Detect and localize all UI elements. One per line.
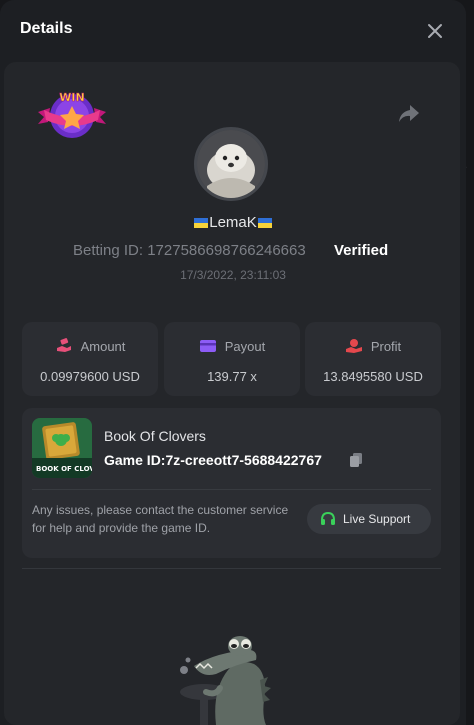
svg-text:BOOK OF CLOVERS: BOOK OF CLOVERS [36,465,92,473]
divider [22,568,441,569]
hand-money-icon [345,339,362,353]
stat-value: 139.77 x [207,369,257,384]
share-icon [399,105,419,122]
stat-value: 13.8495580 USD [323,369,423,384]
stat-label: Amount [80,339,126,354]
bet-timestamp: 17/3/2022, 23:11:03 [180,268,286,282]
game-name: Book Of Clovers [104,428,206,444]
game-id: Game ID:7z-creeott7-5688422767 [104,452,322,468]
win-badge-icon: WIN [38,91,106,138]
ukraine-flag-icon [257,218,272,229]
username-text: LemaK [209,214,257,231]
details-modal: Details WIN LemaK Betting ID: 1727586698… [0,0,466,725]
headset-icon [321,511,335,525]
dog-photo-icon [197,130,265,198]
modal-title: Details [20,20,73,37]
stat-label: Profit [370,339,402,354]
close-button[interactable] [424,20,446,42]
stat-label: Payout [224,339,266,354]
copy-icon [350,453,362,467]
modal-header: Details [0,0,466,60]
book-of-clovers-icon: BOOK OF CLOVERS [32,418,92,478]
divider [32,489,431,490]
live-support-label: Live Support [343,512,411,526]
stat-payout: Payout 139.77 x [164,322,300,396]
game-thumbnail[interactable]: BOOK OF CLOVERS [32,418,92,478]
player-avatar [194,127,268,201]
close-icon [428,24,442,38]
copy-button[interactable] [348,452,364,468]
live-support-button[interactable]: Live Support [307,504,431,534]
crocodile-mascot-icon [180,636,271,725]
stat-amount: Amount 0.09979600 USD [22,322,158,396]
svg-text:WIN: WIN [59,91,84,104]
verified-label: Verified [334,242,389,259]
game-info-card: BOOK OF CLOVERS Book Of Clovers Game ID:… [22,408,441,558]
stat-value: 0.09979600 USD [40,369,140,384]
hand-coin-icon [56,338,71,352]
share-button[interactable] [396,102,422,126]
ukraine-flag-icon [194,218,209,229]
support-notice: Any issues, please contact the customer … [32,503,289,535]
player-username: LemaK [0,214,466,231]
card-icon [199,340,216,352]
betting-id: Betting ID: 1727586698766246663 [73,242,306,259]
stat-profit: Profit 13.8495580 USD [305,322,441,396]
